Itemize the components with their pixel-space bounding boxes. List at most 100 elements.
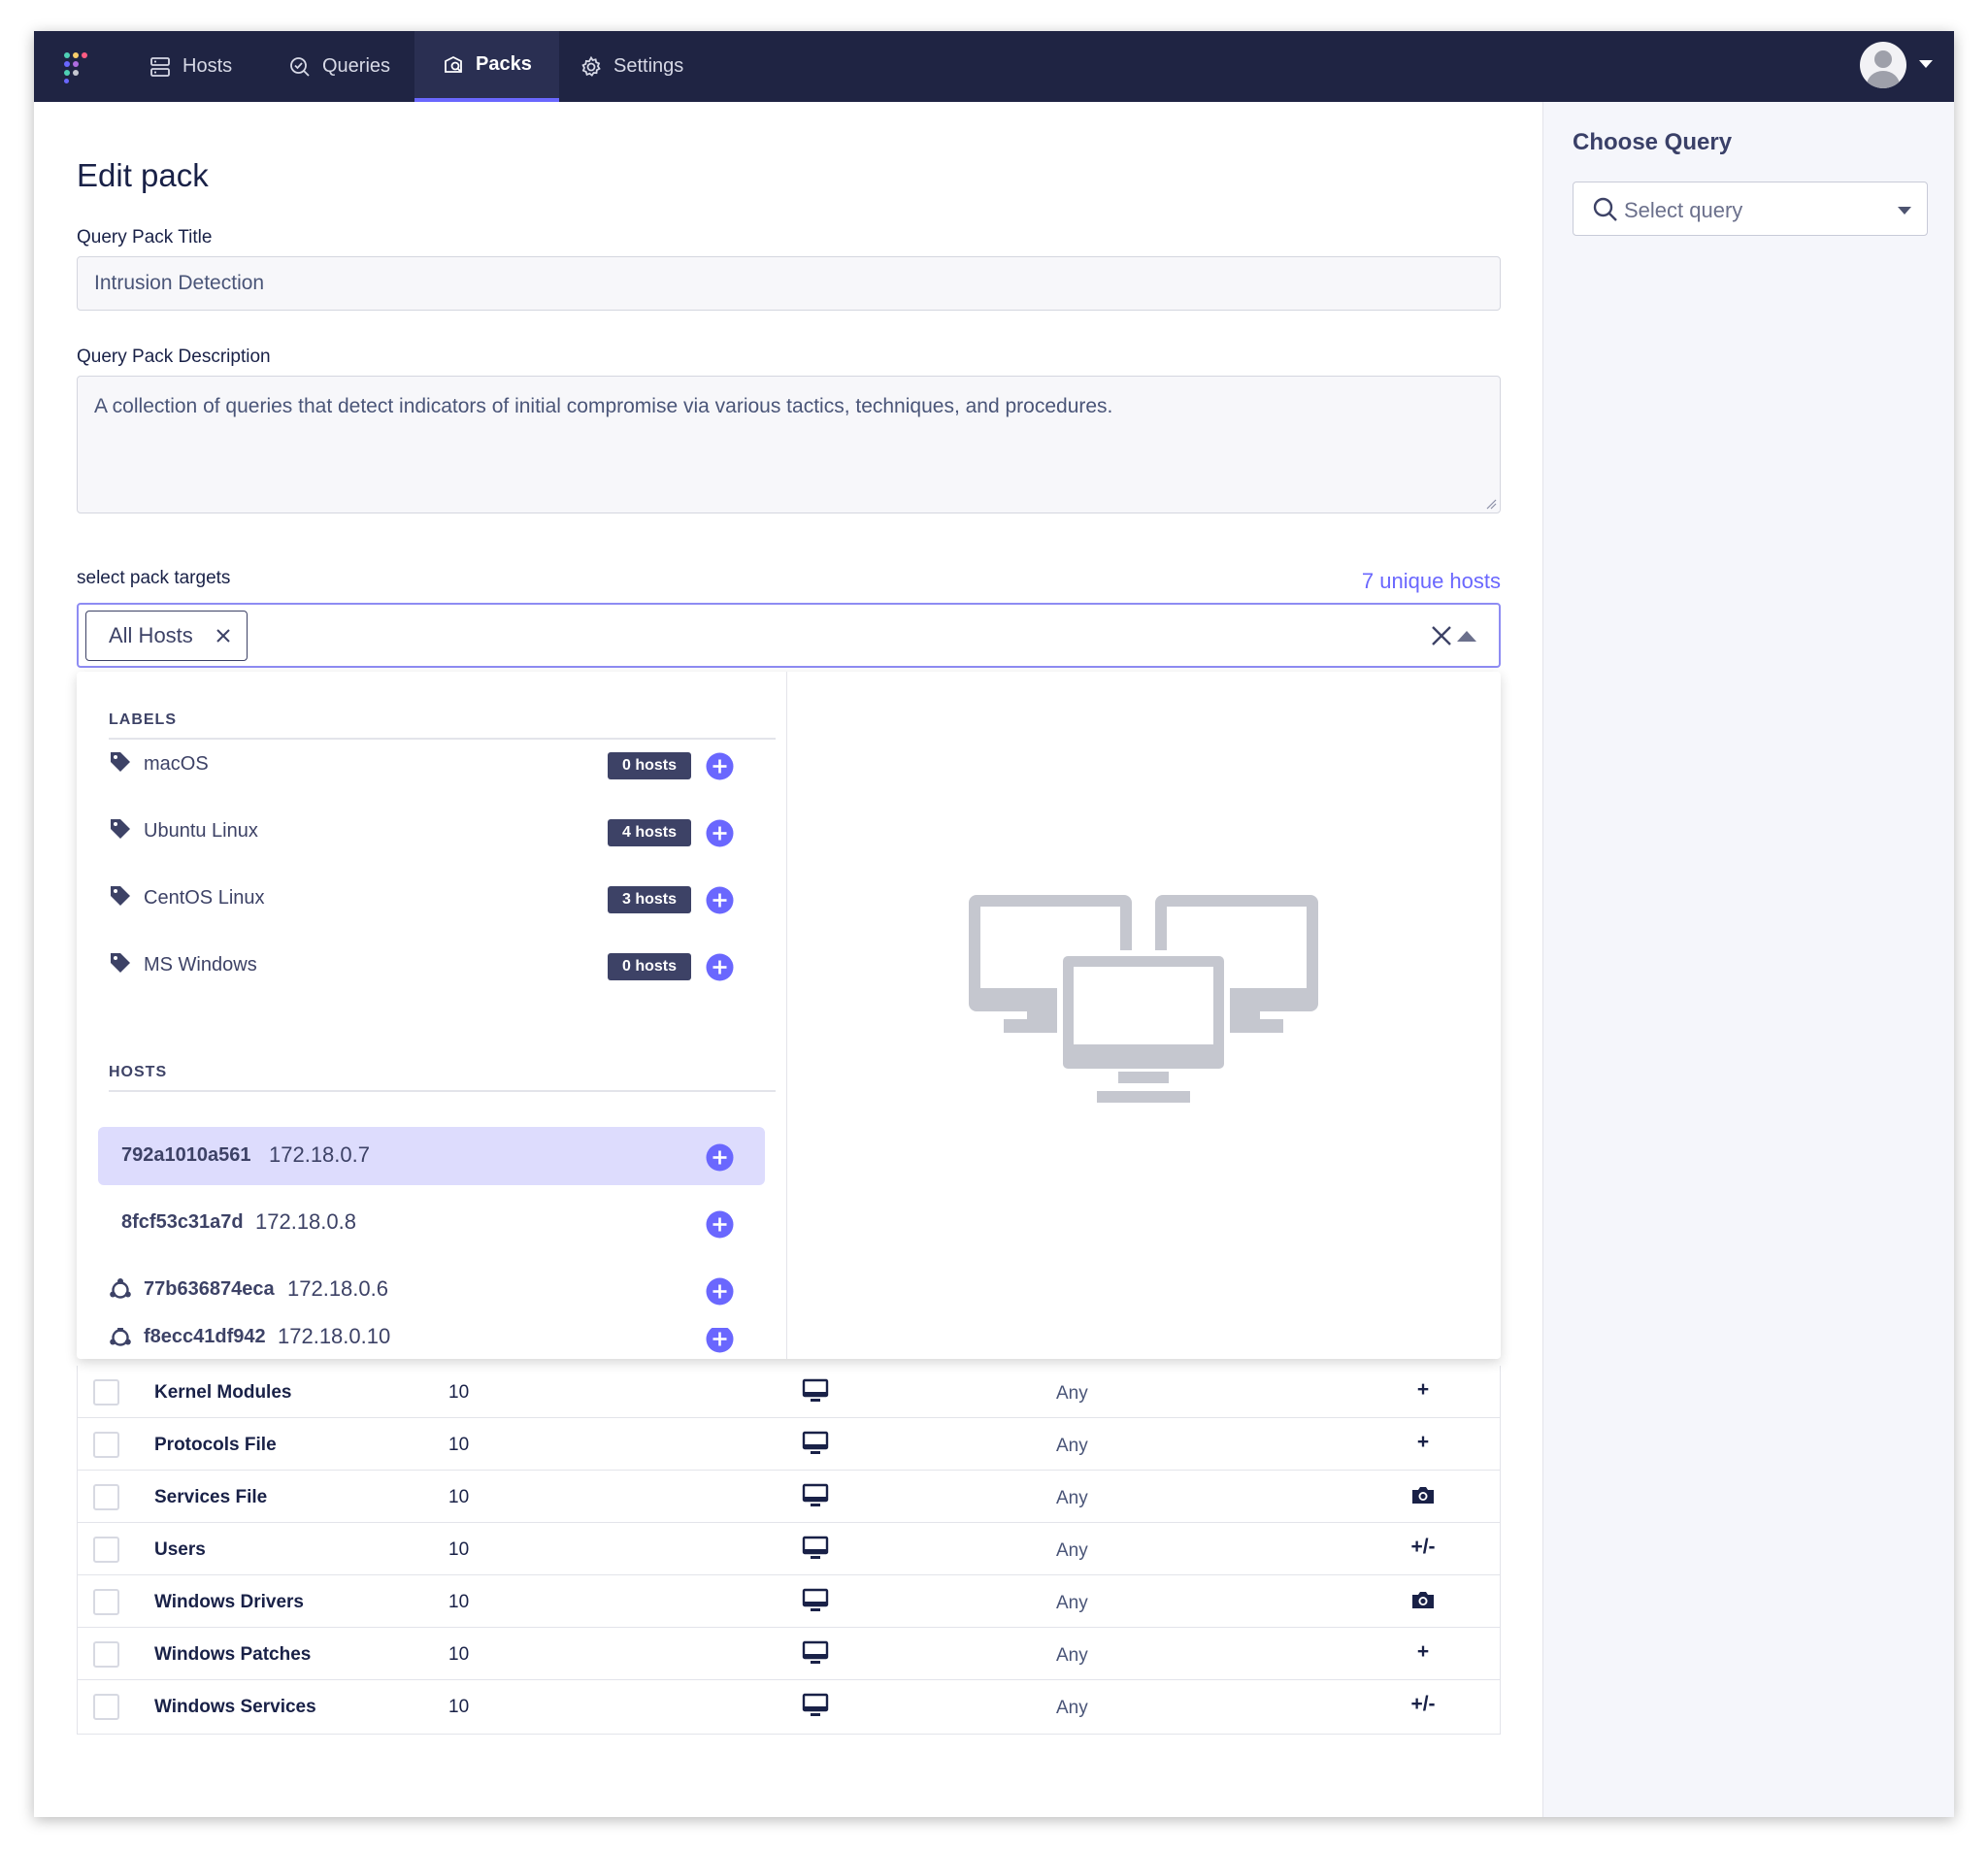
- pack-title-label: Query Pack Title: [77, 227, 213, 248]
- host-count-badge: 0 hosts: [608, 752, 691, 779]
- label-option-centos-linux[interactable]: CentOS Linux 3 hosts: [98, 870, 765, 928]
- chevron-down-icon: [1898, 207, 1911, 215]
- table-row[interactable]: Windows Drivers 10 Any: [78, 1575, 1500, 1628]
- host-ip: 172.18.0.6: [287, 1276, 388, 1301]
- row-checkbox[interactable]: [93, 1641, 119, 1668]
- desktop-icon: [802, 1588, 829, 1611]
- query-interval: 10: [448, 1382, 470, 1403]
- logging-type: [1394, 1588, 1452, 1615]
- row-checkbox[interactable]: [93, 1432, 119, 1458]
- query-name: Windows Patches: [154, 1644, 312, 1665]
- row-checkbox[interactable]: [93, 1589, 119, 1615]
- resize-handle-icon[interactable]: [1485, 498, 1497, 510]
- row-checkbox[interactable]: [93, 1484, 119, 1510]
- query-interval: 10: [448, 1697, 470, 1717]
- table-row[interactable]: Windows Services 10 Any +/-: [78, 1680, 1500, 1733]
- search-icon: [1591, 195, 1620, 224]
- host-name: f8ecc41df942: [144, 1328, 266, 1347]
- host-option[interactable]: f8ecc41df942 172.18.0.10: [98, 1328, 765, 1359]
- host-ip: 172.18.0.8: [255, 1209, 356, 1234]
- nav-label: Settings: [613, 55, 684, 77]
- query-name: Protocols File: [154, 1435, 277, 1455]
- computers-illustration-icon: [969, 895, 1318, 1103]
- pack-title-value: Intrusion Detection: [94, 272, 265, 294]
- query-name: Services File: [154, 1487, 268, 1507]
- host-ip: 172.18.0.10: [278, 1328, 391, 1348]
- sidebar-title: Choose Query: [1573, 129, 1733, 155]
- table-row[interactable]: Services File 10 Any: [78, 1471, 1500, 1523]
- table-row[interactable]: Users 10 Any +/-: [78, 1523, 1500, 1575]
- host-ip: 172.18.0.7: [269, 1142, 370, 1167]
- target-details-panel: [788, 672, 1501, 1359]
- pack-title-input[interactable]: Intrusion Detection: [77, 256, 1501, 311]
- select-query-placeholder: Select query: [1624, 198, 1743, 222]
- add-icon[interactable]: [706, 1210, 734, 1239]
- add-icon[interactable]: [706, 953, 734, 981]
- add-icon[interactable]: [706, 752, 734, 780]
- pack-description-textarea[interactable]: A collection of queries that detect indi…: [77, 376, 1501, 513]
- host-count-badge: 0 hosts: [608, 953, 691, 980]
- queries-icon: [288, 55, 312, 79]
- query-version: Any: [1056, 1698, 1088, 1718]
- add-icon[interactable]: [706, 1143, 734, 1172]
- host-name: 8fcf53c31a7d: [121, 1211, 244, 1233]
- logging-type: +: [1416, 1431, 1430, 1453]
- hosts-header: HOSTS: [109, 1064, 776, 1092]
- row-checkbox[interactable]: [93, 1537, 119, 1563]
- nav-hosts[interactable]: Hosts: [121, 31, 259, 102]
- desktop-icon: [802, 1536, 829, 1559]
- query-name: Users: [154, 1539, 206, 1560]
- query-version: Any: [1056, 1593, 1088, 1613]
- clear-icon[interactable]: [1431, 625, 1452, 646]
- query-interval: 10: [448, 1487, 470, 1507]
- label-option-ms-windows[interactable]: MS Windows 0 hosts: [98, 937, 765, 995]
- app-window: Hosts Queries Packs Settings Choose Quer…: [34, 31, 1954, 1817]
- label-option-macos[interactable]: macOS 0 hosts: [98, 736, 765, 794]
- chevron-down-icon[interactable]: [1919, 60, 1933, 68]
- query-interval: 10: [448, 1435, 470, 1455]
- selected-target-chip[interactable]: All Hosts: [85, 611, 248, 661]
- table-row[interactable]: Windows Patches 10 Any +: [78, 1628, 1500, 1680]
- add-icon[interactable]: [706, 1328, 734, 1353]
- nav-packs[interactable]: Packs: [414, 31, 559, 102]
- query-sidebar: Choose Query Select query: [1542, 102, 1954, 1817]
- add-icon[interactable]: [706, 886, 734, 914]
- host-option[interactable]: 77b636874eca 172.18.0.6: [98, 1261, 765, 1319]
- label-name: MS Windows: [144, 954, 257, 976]
- host-option[interactable]: 792a1010a561 172.18.0.7: [98, 1127, 765, 1185]
- query-name: Windows Drivers: [154, 1592, 304, 1612]
- nav-queries[interactable]: Queries: [261, 31, 417, 102]
- add-icon[interactable]: [706, 819, 734, 847]
- avatar[interactable]: [1860, 42, 1906, 88]
- query-interval: 10: [448, 1644, 470, 1665]
- close-icon[interactable]: [215, 628, 231, 644]
- table-row[interactable]: Kernel Modules 10 Any +: [78, 1366, 1500, 1418]
- pack-description-label: Query Pack Description: [77, 347, 271, 367]
- targets-list: LABELS macOS 0 hosts Ubuntu Linux 4 host…: [77, 672, 787, 1359]
- desktop-icon: [802, 1431, 829, 1454]
- target-select-input[interactable]: All Hosts: [77, 603, 1501, 668]
- host-option[interactable]: 8fcf53c31a7d 172.18.0.8: [98, 1194, 765, 1252]
- packs-icon: [442, 53, 465, 77]
- logging-type: [1394, 1483, 1452, 1510]
- ubuntu-icon: [110, 1278, 131, 1299]
- table-row[interactable]: Protocols File 10 Any +: [78, 1418, 1500, 1471]
- host-count-badge: 4 hosts: [608, 819, 691, 846]
- chevron-up-icon[interactable]: [1457, 631, 1476, 642]
- label-option-ubuntu-linux[interactable]: Ubuntu Linux 4 hosts: [98, 803, 765, 861]
- fleet-logo[interactable]: [64, 52, 93, 83]
- logging-type: +/-: [1410, 1693, 1436, 1715]
- nav-label: Queries: [322, 55, 391, 77]
- query-version: Any: [1056, 1540, 1088, 1561]
- query-version: Any: [1056, 1436, 1088, 1456]
- label-name: CentOS Linux: [144, 887, 265, 909]
- host-name: 792a1010a561: [121, 1144, 251, 1166]
- nav-settings[interactable]: Settings: [552, 31, 711, 102]
- pack-description-value: A collection of queries that detect indi…: [94, 395, 1113, 417]
- select-query-dropdown[interactable]: Select query: [1573, 182, 1928, 236]
- tag-icon: [111, 886, 130, 906]
- add-icon[interactable]: [706, 1277, 734, 1306]
- row-checkbox[interactable]: [93, 1694, 119, 1720]
- row-checkbox[interactable]: [93, 1379, 119, 1406]
- top-nav: Hosts Queries Packs Settings: [34, 31, 1954, 102]
